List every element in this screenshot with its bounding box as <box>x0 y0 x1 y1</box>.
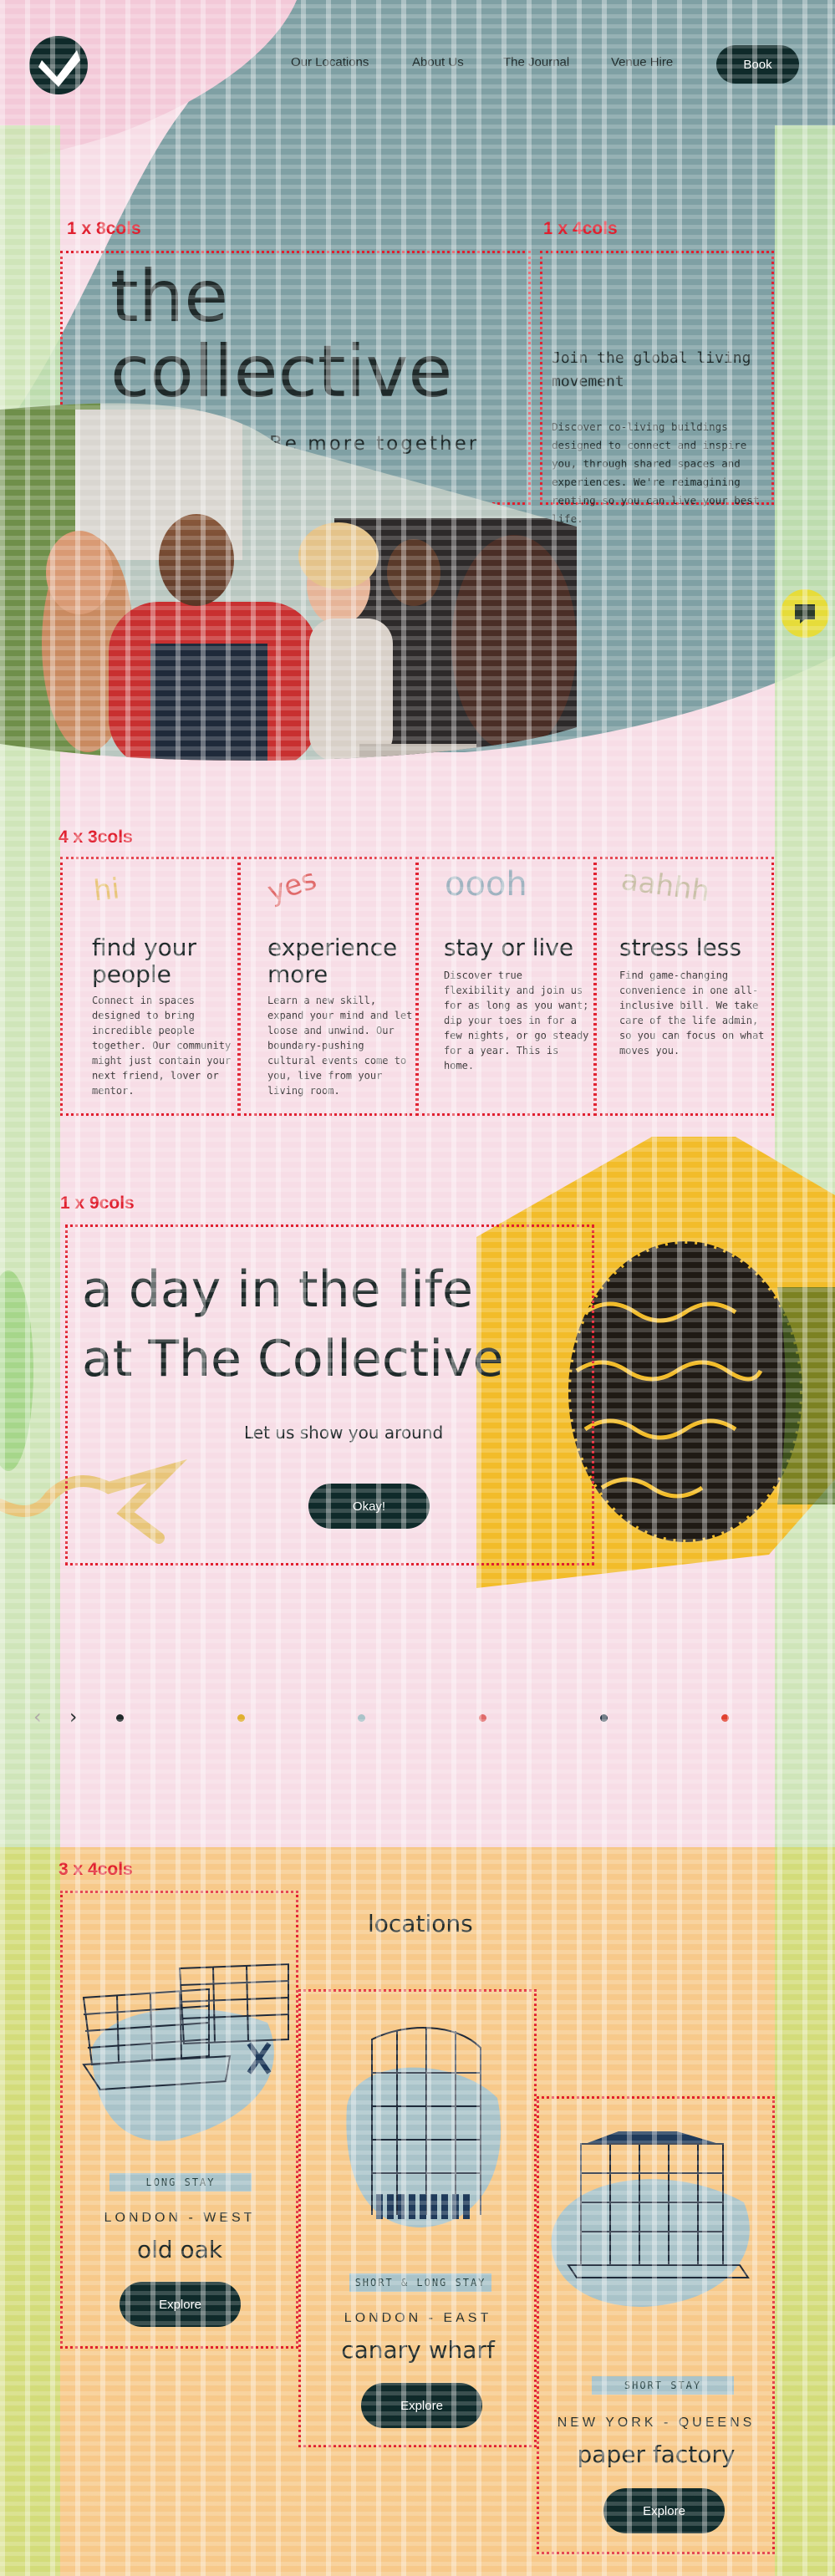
okay-button[interactable]: Okay! <box>308 1484 430 1529</box>
feature-body-2: Learn a new skill, expand your mind and … <box>267 995 413 1097</box>
location-name-3: paper factory <box>577 2441 736 2468</box>
hero-photo <box>0 393 585 769</box>
grid-label-features: 4 x 3cols <box>59 827 133 847</box>
feature-title-4: stress less <box>619 934 741 961</box>
location-badge-1: LONG STAY <box>109 2173 252 2192</box>
hero-title-line1: the <box>110 255 229 339</box>
old-oak-building-illustration <box>75 1956 293 2156</box>
location-name-1: old oak <box>136 2236 223 2263</box>
locations-side-right <box>775 1847 835 2576</box>
feature-word-hi: hi <box>91 872 122 909</box>
carousel-dot-1[interactable] <box>116 1714 124 1722</box>
feature-body-3: Discover true flexibility and join us fo… <box>444 970 589 1072</box>
day-title-line2: at The Collective <box>82 1330 504 1388</box>
carousel-prev-button[interactable]: ‹ <box>33 1705 42 1728</box>
carousel-next-button[interactable]: › <box>69 1705 78 1728</box>
location-city-3: NEW YORK - QUEENS <box>557 2416 756 2430</box>
carousel-dot-5[interactable] <box>600 1714 608 1722</box>
feature-body-1: Connect in spaces designed to bring incr… <box>92 995 232 1097</box>
feature-title-2: experience more <box>267 934 398 988</box>
feature-title-1: find your people <box>92 934 197 988</box>
hero-intro-heading: Join the global living movement <box>552 349 751 390</box>
canary-wharf-building-illustration <box>330 2006 514 2240</box>
location-badge-2: SHORT & LONG STAY <box>349 2273 491 2292</box>
grid-label-day: 1 x 9cols <box>60 1194 135 1213</box>
explore-paper-factory-button[interactable]: Explore <box>603 2488 725 2533</box>
locations-side-left <box>0 1847 60 2576</box>
grid-label-locations: 3 x 4cols <box>59 1860 133 1879</box>
chat-icon[interactable] <box>781 589 829 638</box>
carousel-dot-3[interactable] <box>358 1714 365 1722</box>
day-title-line1: a day in the life <box>82 1260 473 1319</box>
nav-about-us[interactable]: About Us <box>412 55 464 69</box>
grid-label-hero-left: 1 x 8cols <box>67 219 141 238</box>
explore-canary-wharf-button[interactable]: Explore <box>361 2383 482 2428</box>
feature-title-3: stay or live <box>444 934 574 961</box>
location-city-2: LONDON - EAST <box>344 2311 492 2325</box>
location-name-2: canary wharf <box>341 2336 495 2364</box>
location-badge-3: SHORT STAY <box>592 2376 734 2395</box>
nav-venue-hire[interactable]: Venue Hire <box>611 55 673 69</box>
feature-word-oooh: oooh <box>445 865 527 904</box>
feature-body-4: Find game-changing convenience in one al… <box>619 970 765 1056</box>
carousel-dot-6[interactable] <box>721 1714 729 1722</box>
carousel-dot-2[interactable] <box>237 1714 245 1722</box>
explore-old-oak-button[interactable]: Explore <box>120 2282 241 2327</box>
location-city-1: LONDON - WEST <box>104 2211 256 2225</box>
locations-heading: locations <box>368 1910 473 1937</box>
carousel-dot-4[interactable] <box>479 1714 486 1722</box>
logo-mark-icon[interactable] <box>28 35 89 95</box>
nav-the-journal[interactable]: The Journal <box>503 55 569 69</box>
book-button[interactable]: Book <box>716 45 799 84</box>
nav-our-locations[interactable]: Our Locations <box>291 55 369 69</box>
grid-label-hero-right: 1 x 4cols <box>543 219 618 238</box>
day-subtitle: Let us show you around <box>244 1423 444 1443</box>
paper-factory-building-illustration <box>543 2127 761 2311</box>
